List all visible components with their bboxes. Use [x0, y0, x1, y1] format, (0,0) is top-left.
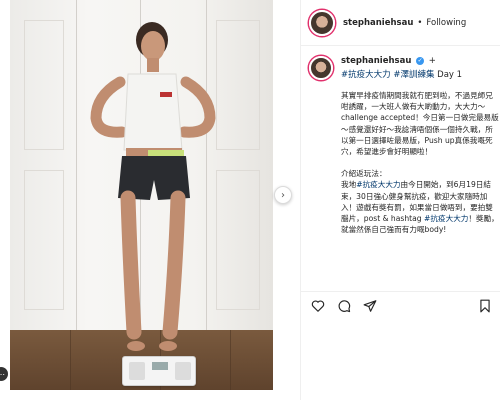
avatar[interactable]: [309, 56, 333, 80]
scale-pad: [129, 362, 145, 380]
caption-body: 其實早排疫情期間我就冇肥到啦，不過見師兄咁誘躍，一大班人做有大啲動力，大大力～c…: [341, 90, 499, 235]
caption-username[interactable]: stephaniehsau: [341, 56, 411, 66]
person-figure: [90, 22, 216, 351]
following-button[interactable]: Following: [426, 18, 466, 28]
caption-paragraph: 介紹返玩法： 我地#抗疫大大力由今日開始，到6月19日結束，30日強心健身幫抗疫…: [341, 168, 499, 235]
hashtag-link[interactable]: #抗疫大大力: [356, 180, 400, 189]
avatar[interactable]: [309, 9, 335, 36]
caption-text: 我地: [341, 180, 357, 190]
caption-author-line: stephaniehsau ✓ +: [341, 56, 462, 66]
post-details-panel: stephaniehsau • Following stephaniehsau …: [300, 0, 500, 400]
instagram-post-view: ⋯ › stephaniehsau • Following stephanieh…: [0, 0, 500, 400]
share-icon[interactable]: [363, 299, 377, 313]
separator-dot: •: [417, 17, 423, 28]
comment-icon[interactable]: [337, 299, 351, 313]
heart-icon[interactable]: [311, 299, 325, 313]
day-label: Day 1: [437, 70, 463, 80]
scale-display: [152, 362, 168, 370]
plus-label: +: [428, 56, 436, 66]
bathroom-scale: [122, 356, 196, 386]
hashtag-link[interactable]: #抗疫大大力: [341, 70, 391, 80]
post-photo[interactable]: [10, 0, 273, 390]
header-username[interactable]: stephaniehsau: [343, 18, 413, 28]
bookmark-icon[interactable]: [479, 299, 491, 313]
post-caption: stephaniehsau ✓ + #抗疫大大力 #澤訓練集 Day 1 其實早…: [309, 56, 499, 246]
chevron-right-icon[interactable]: ›: [274, 186, 292, 204]
caption-paragraph: 其實早排疫情期間我就冇肥到啦，不過見師兄咁誘躍，一大班人做有大啲動力，大大力～c…: [341, 91, 499, 157]
caption-tags: #抗疫大大力 #澤訓練集 Day 1: [341, 68, 462, 80]
verified-icon: ✓: [416, 56, 425, 65]
hashtag-link[interactable]: #抗疫大大力: [424, 214, 468, 223]
scale-pad: [175, 362, 191, 380]
caption-header: stephaniehsau ✓ + #抗疫大大力 #澤訓練集 Day 1: [309, 56, 495, 80]
hashtag-link[interactable]: #澤訓練集: [393, 70, 434, 80]
next-arrow-glyph: ›: [281, 189, 285, 201]
post-actions-bar: [301, 291, 500, 319]
caption-intro: 介紹返玩法：: [341, 169, 387, 179]
post-header: stephaniehsau • Following: [301, 0, 500, 46]
left-edge-icon[interactable]: ⋯: [0, 367, 8, 381]
caption-head-text: stephaniehsau ✓ + #抗疫大大力 #澤訓練集 Day 1: [341, 56, 462, 80]
